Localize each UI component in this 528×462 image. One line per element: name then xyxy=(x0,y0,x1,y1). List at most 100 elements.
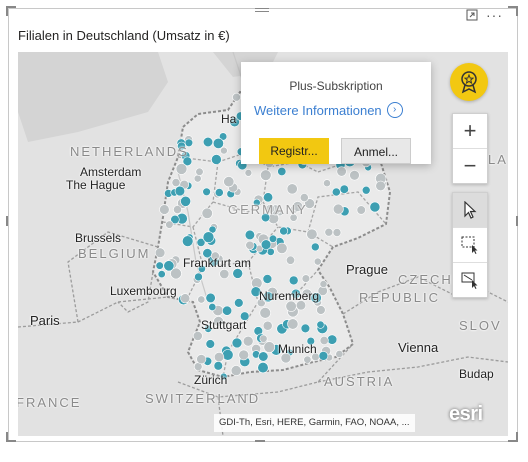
store-dot[interactable] xyxy=(361,185,371,195)
store-dot[interactable] xyxy=(268,234,278,243)
store-dot[interactable] xyxy=(231,337,243,349)
store-dot[interactable] xyxy=(163,260,175,272)
store-dot[interactable] xyxy=(180,293,191,304)
more-options-icon[interactable]: ··· xyxy=(486,8,503,22)
store-dot[interactable] xyxy=(331,187,341,197)
store-dot[interactable] xyxy=(238,349,249,361)
store-dot[interactable] xyxy=(223,176,235,188)
store-dot[interactable] xyxy=(299,193,309,202)
store-dot[interactable] xyxy=(232,92,241,102)
store-dot[interactable] xyxy=(220,146,228,155)
store-dot[interactable] xyxy=(222,305,233,316)
store-dot[interactable] xyxy=(180,195,191,207)
store-dot[interactable] xyxy=(262,320,273,331)
store-dot[interactable] xyxy=(154,247,166,258)
store-dot[interactable] xyxy=(202,187,211,197)
store-dot[interactable] xyxy=(260,239,272,250)
store-dot[interactable] xyxy=(194,272,203,282)
store-dot[interactable] xyxy=(182,235,194,247)
store-dot[interactable] xyxy=(244,169,253,177)
store-dot[interactable] xyxy=(159,204,170,215)
store-dot[interactable] xyxy=(300,323,311,334)
store-dot[interactable] xyxy=(313,257,322,266)
store-dot[interactable] xyxy=(339,184,349,194)
store-dot[interactable] xyxy=(323,179,331,188)
store-dot[interactable] xyxy=(310,242,320,252)
store-dot[interactable] xyxy=(201,207,213,219)
store-dot[interactable] xyxy=(324,227,334,237)
drag-grip-icon[interactable] xyxy=(255,8,269,16)
store-dot[interactable] xyxy=(303,355,312,364)
store-dot[interactable] xyxy=(335,349,344,358)
store-dot[interactable] xyxy=(211,154,222,165)
store-dot[interactable] xyxy=(318,351,329,361)
more-info-link[interactable]: Weitere Informationen › xyxy=(254,102,403,118)
store-dot[interactable] xyxy=(259,334,268,343)
store-dot[interactable] xyxy=(202,231,215,243)
resize-handle-top-right-v[interactable] xyxy=(516,6,518,16)
store-dot[interactable] xyxy=(214,352,225,363)
resize-handle-bottom-mid[interactable] xyxy=(255,440,265,442)
store-dot[interactable] xyxy=(208,303,217,312)
lasso-select-button[interactable] xyxy=(453,262,487,297)
store-dot[interactable] xyxy=(277,167,287,177)
store-dot[interactable] xyxy=(301,274,311,283)
store-dot[interactable] xyxy=(258,351,269,362)
store-dot[interactable] xyxy=(375,180,386,192)
store-dot[interactable] xyxy=(165,220,174,229)
store-dot[interactable] xyxy=(214,188,224,197)
store-dot[interactable] xyxy=(257,362,269,374)
store-dot[interactable] xyxy=(205,339,216,349)
store-dot[interactable] xyxy=(287,318,299,330)
resize-handle-bottom-right-v[interactable] xyxy=(516,432,518,442)
store-dot[interactable] xyxy=(195,167,204,176)
store-dot[interactable] xyxy=(306,228,318,240)
store-dot[interactable] xyxy=(316,320,325,329)
store-dot[interactable] xyxy=(174,185,186,197)
plus-badge-icon[interactable] xyxy=(450,63,488,101)
store-dot[interactable] xyxy=(260,169,272,181)
store-dot[interactable] xyxy=(196,354,207,365)
store-dot[interactable] xyxy=(332,228,342,237)
store-dot[interactable] xyxy=(285,255,295,265)
pointer-select-button[interactable] xyxy=(453,193,487,227)
focus-mode-icon[interactable] xyxy=(466,9,478,23)
resize-handle-top-left-v[interactable] xyxy=(6,6,8,16)
store-dot[interactable] xyxy=(171,178,181,188)
zoom-out-button[interactable]: − xyxy=(453,148,487,183)
store-dot[interactable] xyxy=(234,298,244,308)
store-dot[interactable] xyxy=(336,166,347,177)
store-dot[interactable] xyxy=(263,341,276,353)
rectangle-select-button[interactable] xyxy=(453,227,487,262)
store-dot[interactable] xyxy=(242,335,254,347)
store-dot[interactable] xyxy=(244,229,255,240)
store-dot[interactable] xyxy=(202,136,214,148)
resize-handle-bottom-left-v[interactable] xyxy=(6,432,8,442)
store-dot[interactable] xyxy=(262,274,273,284)
sign-in-button[interactable]: Anmel... xyxy=(341,138,411,164)
store-dot[interactable] xyxy=(197,295,206,304)
store-dot[interactable] xyxy=(319,335,329,345)
store-dot[interactable] xyxy=(192,330,203,341)
store-dot[interactable] xyxy=(276,242,288,254)
store-dot[interactable] xyxy=(263,192,274,203)
store-dot[interactable] xyxy=(319,280,328,288)
store-dot[interactable] xyxy=(279,226,289,236)
store-dot[interactable] xyxy=(175,163,188,175)
store-dot[interactable] xyxy=(230,365,242,376)
resize-handle-left-mid[interactable] xyxy=(6,216,8,226)
store-dot[interactable] xyxy=(212,137,224,149)
store-dot[interactable] xyxy=(349,170,360,181)
store-dot[interactable] xyxy=(205,292,216,303)
register-button[interactable]: Registr... xyxy=(259,138,329,164)
store-dot[interactable] xyxy=(369,201,381,213)
store-dot[interactable] xyxy=(327,334,338,345)
store-dot[interactable] xyxy=(316,305,326,315)
zoom-in-button[interactable]: + xyxy=(453,114,487,148)
store-dot[interactable] xyxy=(356,205,366,215)
store-dot[interactable] xyxy=(286,183,298,195)
store-dot[interactable] xyxy=(173,205,182,214)
store-dot[interactable] xyxy=(213,361,224,371)
store-dot[interactable] xyxy=(288,275,299,286)
store-dot[interactable] xyxy=(222,349,234,361)
